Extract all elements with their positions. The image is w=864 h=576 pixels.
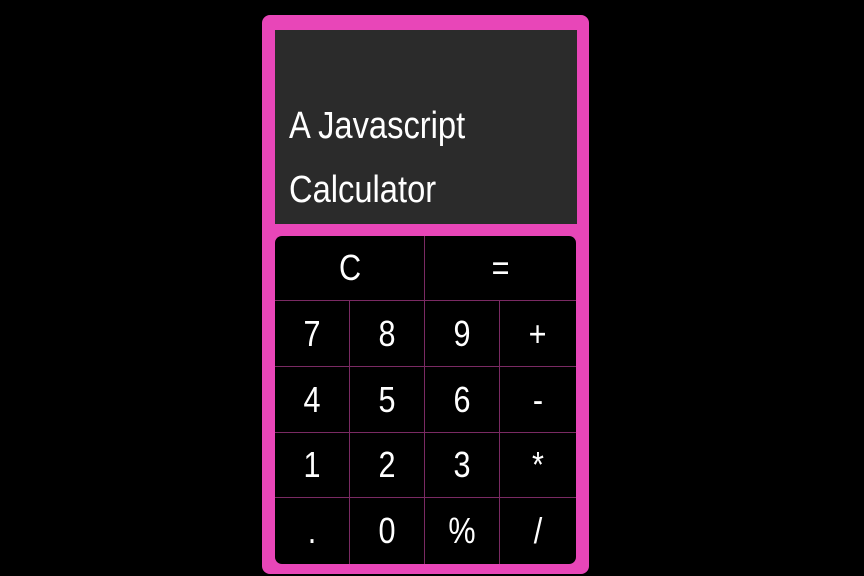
key-9-button[interactable]: 9 — [425, 301, 500, 367]
keypad: C = 7 8 9 + 4 5 6 - 1 2 3 * . 0 % / — [275, 236, 576, 564]
percent-button[interactable]: % — [425, 498, 500, 564]
key-7-button[interactable]: 7 — [275, 301, 350, 367]
key-3-button[interactable]: 3 — [425, 433, 500, 498]
add-button[interactable]: + — [500, 301, 576, 367]
multiply-button[interactable]: * — [500, 433, 576, 498]
key-4-button[interactable]: 4 — [275, 367, 350, 433]
divide-button[interactable]: / — [500, 498, 576, 564]
subtract-button[interactable]: - — [500, 367, 576, 433]
key-2-button[interactable]: 2 — [350, 433, 425, 498]
equals-button[interactable]: = — [425, 236, 576, 301]
clear-button[interactable]: C — [275, 236, 425, 301]
key-5-button[interactable]: 5 — [350, 367, 425, 433]
calculator-display: A Javascript Calculator — [275, 30, 577, 224]
decimal-button[interactable]: . — [275, 498, 350, 564]
display-line-1: A Javascript — [289, 105, 466, 147]
key-1-button[interactable]: 1 — [275, 433, 350, 498]
key-8-button[interactable]: 8 — [350, 301, 425, 367]
key-0-button[interactable]: 0 — [350, 498, 425, 564]
key-6-button[interactable]: 6 — [425, 367, 500, 433]
calculator-frame: A Javascript Calculator C = 7 8 9 + 4 5 … — [262, 15, 589, 574]
display-line-2: Calculator — [289, 169, 437, 211]
